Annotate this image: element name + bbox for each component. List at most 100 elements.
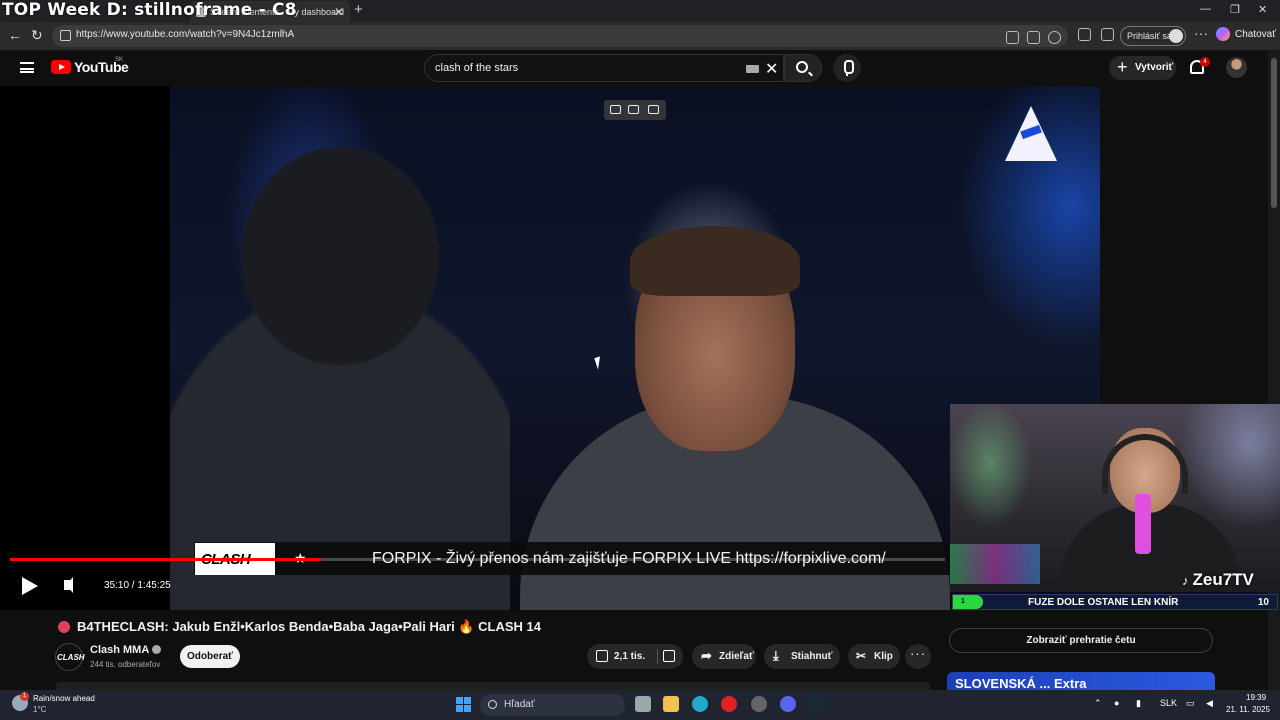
download-label: Stiahnuť: [791, 651, 833, 662]
clip-button[interactable]: ✂ Klip: [848, 644, 900, 669]
chat-label: Chatovať: [1235, 28, 1276, 40]
like-dislike-group: 2,1 tis.: [587, 644, 683, 669]
windows-start-icon[interactable]: [456, 697, 471, 712]
discord-icon[interactable]: [780, 696, 796, 712]
edge-icon[interactable]: [692, 696, 708, 712]
video-overlay-controls[interactable]: [604, 100, 666, 120]
ad-banner[interactable]: SLOVENSKÁ ... Extra: [947, 672, 1215, 690]
channel-name[interactable]: Clash MMA: [90, 644, 162, 656]
voice-search-button[interactable]: [833, 54, 861, 82]
taskbar-search[interactable]: Hľadať: [480, 694, 625, 716]
show-chat-replay-button[interactable]: Zobraziť prehratie četu: [949, 628, 1213, 653]
like-divider: [657, 649, 658, 664]
share-icon: ➦: [701, 648, 712, 663]
streamer-name: Zeu7TV: [1192, 570, 1254, 589]
more-options-icon[interactable]: ···: [1194, 25, 1208, 41]
copilot-chat-button[interactable]: Chatovať: [1216, 27, 1276, 41]
apps-icon[interactable]: [1027, 31, 1040, 44]
search-query: clash of the stars: [435, 62, 519, 74]
clip-label: Klip: [874, 651, 893, 662]
poll-label: FUZE DOLE OSTANE LEN KNÍR: [1028, 597, 1179, 608]
plus-icon: +: [1117, 57, 1128, 77]
time-display: 35:10 / 1:45:25: [104, 580, 171, 591]
notes-icon[interactable]: [648, 105, 659, 114]
like-icon[interactable]: [596, 650, 608, 662]
search-button[interactable]: [784, 54, 822, 82]
scrollbar-thumb[interactable]: [1271, 58, 1277, 208]
like-count[interactable]: 2,1 tis.: [614, 651, 645, 662]
file-explorer-icon[interactable]: [663, 696, 679, 712]
obs-icon[interactable]: [751, 696, 767, 712]
youtube-header: YouTube SK clash of the stars ✕ + Vytvor…: [0, 50, 1268, 86]
clock-date[interactable]: 21. 11. 2025: [1226, 705, 1270, 714]
tiktok-icon: ♪: [1182, 573, 1189, 588]
browser-toolbar: ← ↻ https://www.youtube.com/watch?v=9N4J…: [0, 22, 1280, 50]
clear-search-icon[interactable]: ✕: [765, 59, 778, 79]
close-window-icon[interactable]: ✕: [1258, 3, 1267, 16]
favorite-star-icon[interactable]: [1048, 31, 1061, 44]
streamer-webcam: [950, 404, 1280, 592]
description-box[interactable]: [56, 682, 930, 690]
url-text: https://www.youtube.com/watch?v=9N4Jc1zm…: [76, 29, 295, 40]
keyboard-icon[interactable]: [746, 65, 759, 73]
extensions-icon[interactable]: [1078, 28, 1091, 41]
restore-icon[interactable]: ❐: [1230, 3, 1240, 16]
channel-avatar[interactable]: CLASH: [55, 643, 85, 671]
new-tab-icon[interactable]: +: [354, 1, 363, 18]
poll-bar: 1 FUZE DOLE OSTANE LEN KNÍR 10: [952, 594, 1278, 610]
poll-count: 10: [1257, 597, 1269, 608]
collections-icon[interactable]: [1101, 28, 1114, 41]
video-player[interactable]: [0, 86, 1100, 610]
streamer-tag: ♪ Zeu7TV: [1182, 570, 1254, 590]
play-icon[interactable]: [22, 577, 38, 595]
tray-app-icon[interactable]: ●: [1114, 698, 1119, 708]
share-label: Zdieľať: [719, 651, 754, 662]
poll-fill: 1: [953, 595, 983, 609]
youtube-app-icon[interactable]: [721, 696, 737, 712]
language-indicator[interactable]: SLK: [1160, 698, 1177, 708]
subscribe-button[interactable]: Odoberať: [180, 645, 240, 668]
back-icon[interactable]: ←: [8, 27, 22, 43]
share-button[interactable]: ➦ Zdieľať: [692, 644, 756, 669]
network-icon[interactable]: ▭: [1186, 698, 1195, 709]
site-info-icon[interactable]: [60, 30, 71, 41]
task-view-icon[interactable]: [635, 696, 651, 712]
tray-mic-icon[interactable]: ▮: [1136, 698, 1141, 709]
read-aloud-icon[interactable]: [1006, 31, 1019, 44]
download-button[interactable]: ⤓ Stiahnuť: [764, 644, 840, 669]
clock-time[interactable]: 19:39: [1246, 693, 1266, 702]
copilot-icon: [1216, 27, 1230, 41]
microphone-icon: [1135, 494, 1151, 554]
pip-icon[interactable]: [610, 105, 621, 114]
create-button[interactable]: + Vytvoriť: [1109, 56, 1176, 80]
tab-close-icon[interactable]: ✕: [334, 5, 344, 19]
video-progress-bar[interactable]: [10, 558, 945, 561]
search-icon: [796, 61, 808, 73]
volume-icon[interactable]: [64, 577, 73, 593]
more-actions-icon[interactable]: ···: [905, 644, 931, 669]
volume-tray-icon[interactable]: ◀: [1206, 698, 1213, 709]
steam-icon[interactable]: [808, 696, 824, 712]
dislike-icon[interactable]: [663, 650, 675, 662]
profile-icon: [1169, 29, 1183, 43]
weather-forecast[interactable]: Rain/snow ahead: [33, 694, 95, 703]
tray-chevron-icon[interactable]: ⌃: [1094, 698, 1102, 709]
video-title-text: B4THECLASH: Jakub Enžl•Karlos Benda•Baba…: [77, 619, 542, 634]
video-person-hair: [630, 226, 800, 296]
minimize-icon[interactable]: —: [1200, 3, 1211, 15]
address-bar[interactable]: https://www.youtube.com/watch?v=9N4Jc1zm…: [52, 25, 1068, 47]
search-input[interactable]: clash of the stars ✕: [424, 54, 784, 82]
taskbar-search-label: Hľadať: [504, 699, 535, 710]
signin-button[interactable]: Prihlásiť sa: [1120, 26, 1186, 46]
menu-icon[interactable]: [20, 62, 34, 73]
youtube-logo-icon[interactable]: [51, 60, 71, 74]
reload-icon[interactable]: ↻: [31, 27, 43, 44]
channel-name-text: Clash MMA: [90, 644, 150, 656]
cam-keyboard: [950, 544, 1040, 584]
progress-fill: [10, 558, 322, 561]
clash-of-the-stars-logo-icon: [1005, 106, 1057, 161]
taskbar: Rain/snow ahead 1°C Hľadať ⌃ ● ▮ SLK ▭ ◀…: [0, 690, 1280, 720]
weather-icon[interactable]: [12, 692, 29, 711]
account-avatar[interactable]: [1226, 57, 1247, 78]
popout-icon[interactable]: [628, 105, 639, 114]
